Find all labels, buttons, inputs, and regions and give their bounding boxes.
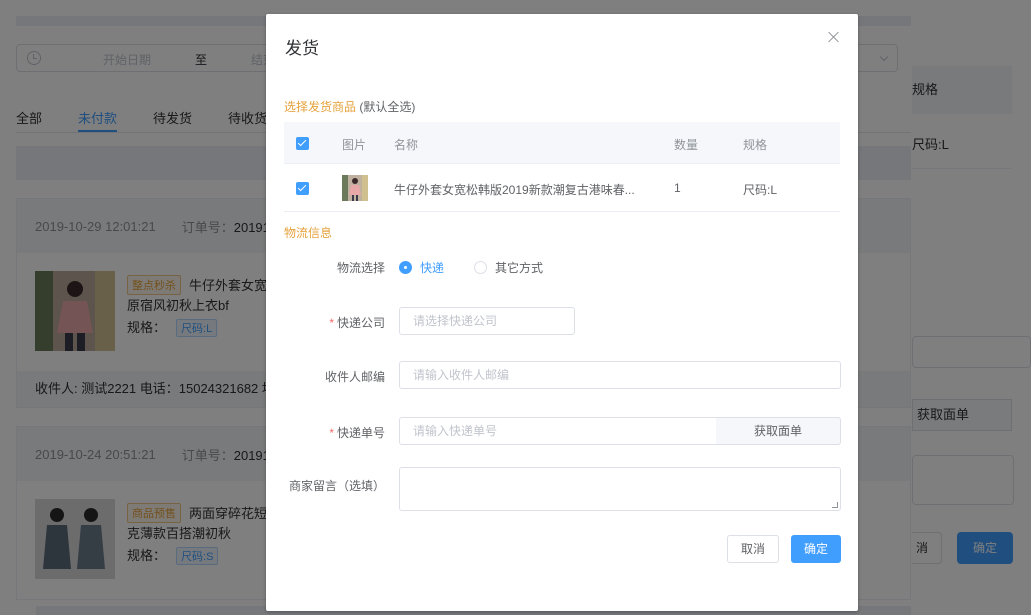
zip-label: 收件人邮编 xyxy=(324,370,385,384)
radio-icon xyxy=(399,261,412,274)
goods-table: 图片 名称 数量 规格 牛仔外套女宽松韩版2019新款潮复古港味春... 1 尺… xyxy=(284,122,840,212)
ship-dialog: 发货 选择发货商品 (默认全选) 图片 名称 数量 规格 牛仔外套女宽松韩版20… xyxy=(266,14,858,611)
goods-name: 牛仔外套女宽松韩版2019新款潮复古港味春... xyxy=(394,183,635,197)
header-qty: 数量 xyxy=(674,138,699,152)
goods-thumbnail xyxy=(342,175,368,201)
express-company-select[interactable]: 请选择快递公司 xyxy=(399,307,575,335)
header-spec: 规格 xyxy=(743,138,768,152)
radio-other[interactable]: 其它方式 xyxy=(474,259,543,276)
goods-table-header: 图片 名称 数量 规格 xyxy=(284,122,840,164)
select-all-checkbox[interactable] xyxy=(296,137,309,150)
message-label: 商家留言（选填） xyxy=(288,479,385,493)
resize-grip-icon xyxy=(832,502,838,508)
merchant-message-textarea[interactable] xyxy=(399,467,841,511)
close-icon[interactable] xyxy=(828,31,840,43)
zip-input[interactable]: 请输入收件人邮编 xyxy=(399,361,841,389)
dialog-title: 发货 xyxy=(285,39,319,58)
header-name: 名称 xyxy=(394,138,419,152)
goods-section-title: 选择发货商品 (默认全选) xyxy=(284,100,416,114)
method-label: 物流选择 xyxy=(336,261,385,275)
logistics-section-title: 物流信息 xyxy=(284,226,333,240)
confirm-button[interactable]: 确定 xyxy=(791,535,841,563)
tracking-input[interactable]: 请输入快递单号 xyxy=(399,417,717,445)
company-label: * 快递公司 xyxy=(329,316,385,330)
table-row: 牛仔外套女宽松韩版2019新款潮复古港味春... 1 尺码:L xyxy=(284,164,840,212)
cancel-button[interactable]: 取消 xyxy=(727,535,779,563)
header-image: 图片 xyxy=(342,138,367,152)
radio-express[interactable]: 快递 xyxy=(399,259,444,276)
radio-icon xyxy=(474,261,487,274)
row-checkbox[interactable] xyxy=(296,182,309,195)
goods-spec: 尺码:L xyxy=(743,183,778,197)
goods-qty: 1 xyxy=(674,181,681,195)
get-waybill-button[interactable]: 获取面单 xyxy=(716,417,841,445)
tracking-label: * 快递单号 xyxy=(329,426,385,440)
